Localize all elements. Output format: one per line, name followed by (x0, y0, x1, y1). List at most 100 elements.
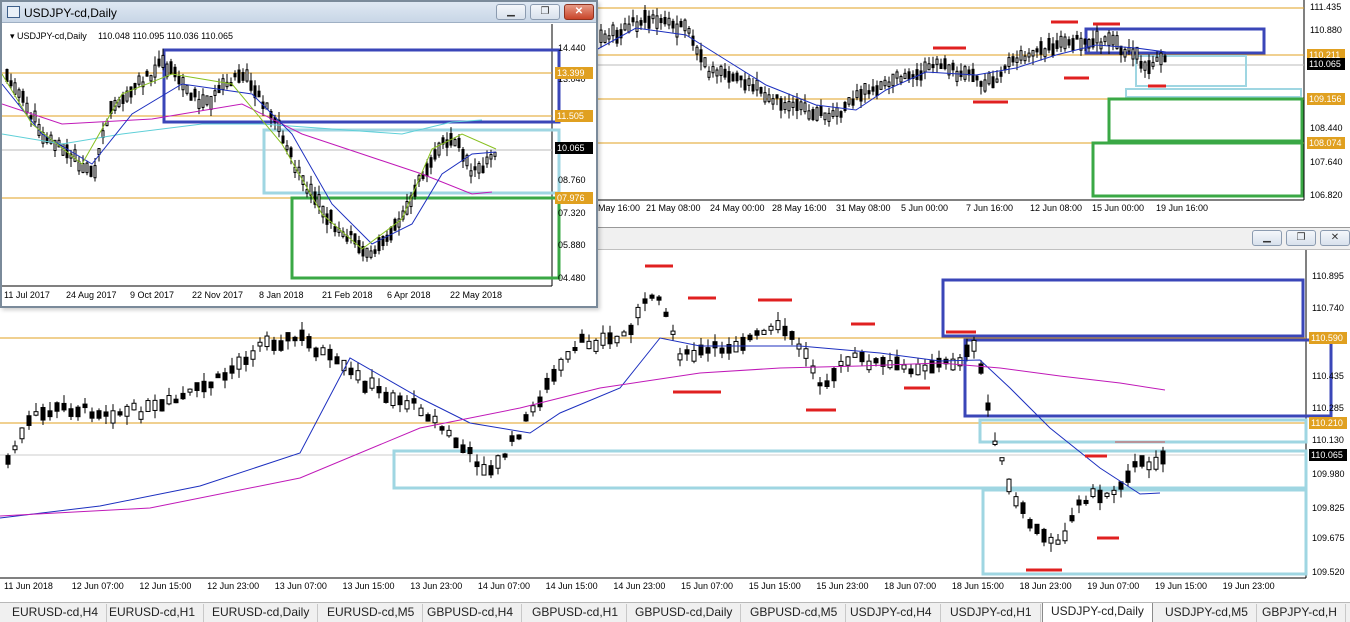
bottom-candle (551, 368, 557, 382)
bottom-candle (677, 353, 683, 361)
inset-candle (161, 54, 165, 69)
inset-candle (201, 94, 205, 108)
inset-candle (13, 82, 17, 95)
tab-eurusd-cd-h4[interactable]: EURUSD-cd,H4 (4, 604, 108, 622)
inset-price-chart[interactable]: ▾ USDJPY-cd,Daily 110.048 110.095 110.036… (2, 24, 596, 308)
bottom-candle (719, 347, 725, 354)
inset-candle (289, 147, 293, 158)
top-candle (1139, 60, 1143, 69)
bottom-price-label: 109.675 (1312, 533, 1345, 543)
tab-gbpusd-cd-h4[interactable]: GBPUSD-cd,H4 (419, 604, 523, 622)
top-candle (983, 79, 987, 92)
top-candle (923, 61, 927, 73)
tab-usdjpy-cd-h1[interactable]: USDJPY-cd,H1 (942, 604, 1041, 622)
inset-minimize-button[interactable]: ▁ (496, 4, 526, 20)
bottom-candle (26, 415, 32, 426)
top-candle (683, 19, 687, 32)
top-candle (731, 73, 735, 82)
tab-gbpusd-cd-m5[interactable]: GBPUSD-cd,M5 (742, 604, 847, 622)
inset-candle (469, 170, 473, 177)
bottom-candle (208, 381, 214, 389)
bottom-candle (782, 325, 788, 337)
top-candle (919, 70, 923, 81)
bottom-candle (502, 453, 508, 458)
top-candle (799, 101, 803, 111)
top-candle (1163, 55, 1167, 63)
bottom-candle (5, 455, 11, 465)
bottom-candle (642, 298, 648, 304)
inset-candle (349, 231, 353, 236)
top-candle (1123, 48, 1127, 58)
bottom-candle (1006, 478, 1012, 493)
top-price-label: 111.435 (1310, 2, 1341, 12)
top-candle (771, 98, 775, 105)
inset-date-label: 11 Jul 2017 (4, 290, 50, 300)
bottom-candle (537, 396, 543, 408)
inset-candle (149, 75, 153, 82)
tab-gbpusd-cd-daily[interactable]: GBPUSD-cd,Daily (627, 604, 742, 622)
bottom-candle (600, 332, 606, 346)
bottom-candle (474, 461, 480, 468)
bottom-candle (194, 382, 200, 391)
inset-candle (17, 89, 21, 98)
tab-usdjpy-cd-h4[interactable]: USDJPY-cd,H4 (842, 604, 941, 622)
top-candle (751, 84, 755, 92)
inset-price-label: 08.760 (558, 175, 586, 185)
inset-candle (489, 154, 493, 160)
tab-gbpjpy-cd-h[interactable]: GBPJPY-cd,H (1254, 604, 1346, 622)
bottom-candle (138, 411, 144, 420)
inset-close-button[interactable]: ✕ (564, 4, 594, 20)
bottom-candle (110, 410, 116, 424)
bottom-date-label: 14 Jun 15:00 (546, 581, 598, 591)
bottom-candle (1041, 528, 1047, 543)
inset-restore-button[interactable]: ❐ (530, 4, 560, 20)
bottom-candle (831, 368, 837, 382)
bottom-candle (201, 380, 207, 393)
bottom-candle (75, 406, 81, 418)
top-candle (1143, 61, 1147, 71)
tab-eurusd-cd-h1[interactable]: EURUSD-cd,H1 (101, 604, 205, 622)
inset-chart-window[interactable]: USDJPY-cd,Daily ▁ ❐ ✕ ▾ USDJPY-cd,Daily 1… (0, 0, 598, 308)
top-bg (596, 0, 1350, 227)
top-candle (655, 15, 659, 29)
tab-eurusd-cd-m5[interactable]: EURUSD-cd,M5 (319, 604, 424, 622)
top-candle (1059, 35, 1063, 48)
top-candle (895, 71, 899, 79)
inset-date-label: 8 Jan 2018 (259, 290, 304, 300)
top-candle (855, 90, 859, 99)
top-price-chart[interactable]: 111.435110.880110.211110.065109.156108.4… (596, 0, 1350, 228)
top-candle (1135, 46, 1139, 60)
bottom-date-label: 15 Jun 23:00 (816, 581, 868, 591)
top-candle (907, 71, 911, 80)
inset-candle (305, 189, 309, 194)
inset-candle (205, 95, 209, 106)
top-candle (759, 87, 763, 94)
inset-candle (101, 130, 105, 139)
inset-candle (29, 115, 33, 120)
top-candle (603, 33, 607, 43)
tab-usdjpy-cd-daily[interactable]: USDJPY-cd,Daily (1042, 603, 1153, 622)
inset-titlebar[interactable]: USDJPY-cd,Daily ▁ ❐ ✕ (2, 2, 596, 23)
tab-eurusd-cd-daily[interactable]: EURUSD-cd,Daily (204, 604, 319, 622)
top-candle (931, 64, 935, 69)
top-candle (1095, 30, 1099, 44)
inset-candle (165, 63, 169, 78)
bottom-candle (313, 347, 319, 358)
bottom-date-label: 18 Jun 23:00 (1020, 581, 1072, 591)
tab-gbpusd-cd-h1[interactable]: GBPUSD-cd,H1 (524, 604, 628, 622)
inset-price-tag-current: 10.065 (557, 143, 585, 153)
tab-usdjpy-cd-m5[interactable]: USDJPY-cd,M5 (1157, 604, 1257, 622)
top-candle (819, 105, 823, 117)
top-candle (807, 110, 811, 120)
top-candle (1051, 43, 1055, 56)
bottom-price-tag-current: 110.065 (1311, 450, 1343, 460)
top-candle (955, 70, 959, 82)
inset-candle (257, 90, 261, 98)
bottom-candle (1055, 539, 1061, 545)
top-price-label: 107.640 (1310, 157, 1343, 167)
top-candle (719, 65, 723, 76)
bottom-candle (1020, 502, 1026, 514)
bottom-candle (481, 464, 487, 476)
bottom-candle (439, 426, 445, 431)
top-candle (867, 90, 871, 95)
